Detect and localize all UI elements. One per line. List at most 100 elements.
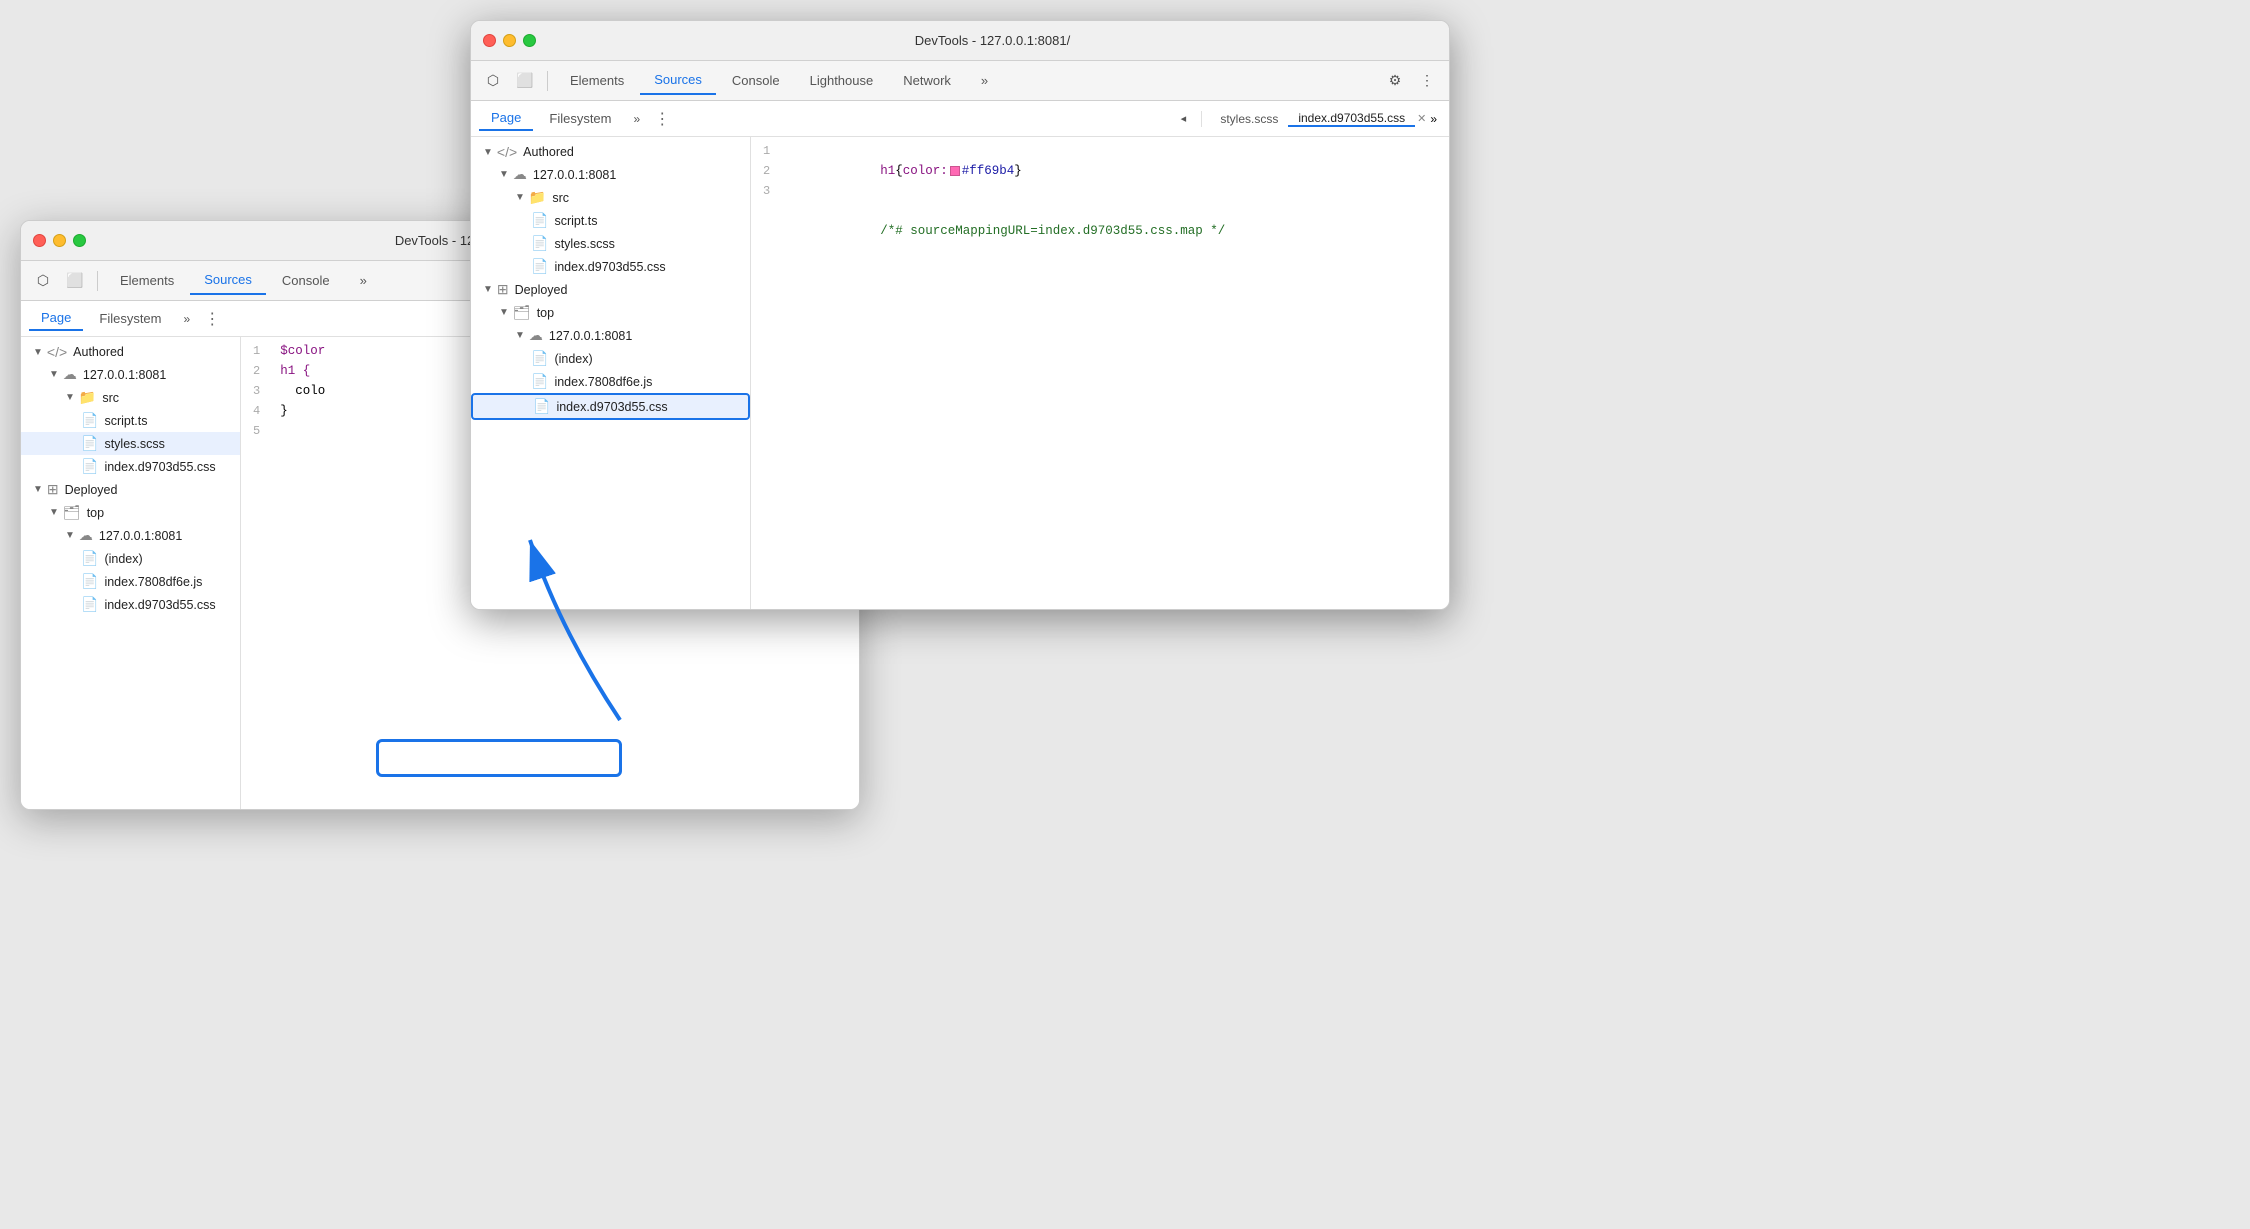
minimize-button-back[interactable]: [53, 234, 66, 247]
status-bar-back: {} (From index.d9703d55.css ) Coverage: …: [21, 809, 859, 810]
css2-icon-back: 📄: [81, 596, 98, 613]
three-dots-back[interactable]: ⋮: [200, 309, 224, 329]
traffic-lights-back: [33, 234, 86, 247]
js-icon-front: 📄: [531, 373, 548, 390]
scss-icon-front: 📄: [531, 235, 548, 252]
indexjs-back[interactable]: 📄 index.7808df6e.js: [21, 570, 240, 593]
more-editor-tabs[interactable]: »: [1426, 112, 1441, 126]
cloud2-front[interactable]: ▼ ☁ 127.0.0.1:8081: [471, 324, 750, 347]
close-button-front[interactable]: [483, 34, 496, 47]
styles-scss-editor-tab[interactable]: styles.scss: [1210, 112, 1288, 126]
cloud-label-front: 127.0.0.1:8081: [533, 168, 616, 182]
index-back[interactable]: 📄 (index): [21, 547, 240, 570]
cloud-icon-front: ☁: [513, 166, 527, 183]
window-title-front: DevTools - 127.0.0.1:8081/: [548, 33, 1437, 48]
status-bar-front: {} Line 1, Column 1 Coverage: n/a ▲: [471, 609, 1449, 610]
tab-elements-back[interactable]: Elements: [106, 267, 188, 294]
arrow-icon: ▼: [499, 169, 509, 180]
script-ts-label-back: script.ts: [104, 414, 147, 428]
plain-folder-icon-back: 🗂: [63, 504, 81, 521]
arrow-icon: ▼: [33, 347, 43, 358]
script-ts-back[interactable]: 📄 script.ts: [21, 409, 240, 432]
authored-label-front: Authored: [523, 145, 574, 159]
tab-console-front[interactable]: Console: [718, 67, 794, 94]
filesystem-tab-front[interactable]: Filesystem: [537, 107, 623, 130]
authored-header-back[interactable]: ▼ </> Authored: [21, 341, 240, 363]
src-folder-back[interactable]: ▼ 📁 src: [21, 386, 240, 409]
more-sub-front[interactable]: »: [628, 110, 647, 128]
maximize-button-back[interactable]: [73, 234, 86, 247]
device-icon[interactable]: ⬜: [61, 267, 89, 295]
page-tab-back[interactable]: Page: [29, 306, 83, 331]
indexcss2-front[interactable]: 📄 index.d9703d55.css: [471, 393, 750, 420]
code-panel-front: 1 2 3 h1{color:#ff69b4} /*# sourceMappin…: [751, 137, 1449, 609]
indexcss2-back[interactable]: 📄 index.d9703d55.css: [21, 593, 240, 616]
cloud2-label-front: 127.0.0.1:8081: [549, 329, 632, 343]
maximize-button-front[interactable]: [523, 34, 536, 47]
three-dots-front[interactable]: ⋮: [650, 109, 674, 129]
authored-label-back: Authored: [73, 345, 124, 359]
src-folder-front[interactable]: ▼ 📁 src: [471, 186, 750, 209]
styles-scss-label-front: styles.scss: [554, 237, 614, 251]
cloud2-icon-front: ☁: [529, 327, 543, 344]
tab-lighthouse-front[interactable]: Lighthouse: [796, 67, 888, 94]
box-icon-front: ⊞: [497, 281, 509, 298]
index-css-label-back: index.d9703d55.css: [104, 460, 215, 474]
tab-sources-front[interactable]: Sources: [640, 66, 716, 95]
file-tree-back: ▼ </> Authored ▼ ☁ 127.0.0.1:8081 ▼ 📁 sr…: [21, 337, 241, 809]
close-button-back[interactable]: [33, 234, 46, 247]
script-ts-front[interactable]: 📄 script.ts: [471, 209, 750, 232]
css-icon-back: 📄: [81, 458, 98, 475]
styles-scss-back[interactable]: 📄 styles.scss: [21, 432, 240, 455]
inspect-icon[interactable]: ⬡: [29, 267, 57, 295]
ts-icon-front: 📄: [531, 212, 548, 229]
index-css-front[interactable]: 📄 index.d9703d55.css: [471, 255, 750, 278]
styles-scss-label-back: styles.scss: [104, 437, 164, 451]
more-icon-front[interactable]: ⋮: [1413, 67, 1441, 95]
index-css-editor-tab[interactable]: index.d9703d55.css: [1288, 111, 1415, 127]
filesystem-tab-back[interactable]: Filesystem: [87, 307, 173, 330]
top-folder-front[interactable]: ▼ 🗂 top: [471, 301, 750, 324]
gear-icon-front[interactable]: ⚙: [1381, 67, 1409, 95]
styles-scss-front[interactable]: 📄 styles.scss: [471, 232, 750, 255]
css2-icon-front: 📄: [533, 398, 550, 415]
main-tabs-front: Elements Sources Console Lighthouse Netw…: [556, 66, 1002, 95]
top-folder-back[interactable]: ▼ 🗂 top: [21, 501, 240, 524]
collapse-icon-front[interactable]: ◂: [1169, 105, 1197, 133]
arrow-icon: ▼: [49, 369, 59, 380]
arrow-icon: ▼: [33, 484, 43, 495]
deployed-label-back: Deployed: [65, 483, 118, 497]
tab-console-back[interactable]: Console: [268, 267, 344, 294]
indexjs-label-front: index.7808df6e.js: [554, 375, 652, 389]
cloud2-icon-back: ☁: [79, 527, 93, 544]
folder-icon-back: 📁: [79, 389, 96, 406]
page-tab-front[interactable]: Page: [479, 106, 533, 131]
code-content-front: 1 2 3 h1{color:#ff69b4} /*# sourceMappin…: [751, 137, 1449, 265]
top-label-front: top: [537, 306, 554, 320]
tab-more-front[interactable]: »: [967, 67, 1002, 94]
inspect-icon-front[interactable]: ⬡: [479, 67, 507, 95]
deployed-header-back[interactable]: ▼ ⊞ Deployed: [21, 478, 240, 501]
titlebar-front: DevTools - 127.0.0.1:8081/: [471, 21, 1449, 61]
close-tab-icon[interactable]: ✕: [1417, 112, 1426, 125]
indexjs-front[interactable]: 📄 index.7808df6e.js: [471, 370, 750, 393]
body-front: ▼ </> Authored ▼ ☁ 127.0.0.1:8081 ▼ 📁 sr…: [471, 137, 1449, 609]
line-numbers-front: 1 2 3: [751, 141, 782, 261]
index-css-back[interactable]: 📄 index.d9703d55.css: [21, 455, 240, 478]
cloud-root-back[interactable]: ▼ ☁ 127.0.0.1:8081: [21, 363, 240, 386]
code-line-1-front: h1{color:#ff69b4}: [782, 141, 1449, 201]
deployed-header-front[interactable]: ▼ ⊞ Deployed: [471, 278, 750, 301]
cloud-root-front[interactable]: ▼ ☁ 127.0.0.1:8081: [471, 163, 750, 186]
folder-icon-front: 📁: [529, 189, 546, 206]
tab-elements-front[interactable]: Elements: [556, 67, 638, 94]
tab-network-front[interactable]: Network: [889, 67, 965, 94]
tab-more-back[interactable]: »: [346, 267, 381, 294]
arrow-icon: ▼: [65, 530, 75, 541]
index-front[interactable]: 📄 (index): [471, 347, 750, 370]
tab-sources-back[interactable]: Sources: [190, 266, 266, 295]
device-icon-front[interactable]: ⬜: [511, 67, 539, 95]
more-sub-back[interactable]: »: [178, 310, 197, 328]
authored-header-front[interactable]: ▼ </> Authored: [471, 141, 750, 163]
minimize-button-front[interactable]: [503, 34, 516, 47]
cloud2-back[interactable]: ▼ ☁ 127.0.0.1:8081: [21, 524, 240, 547]
